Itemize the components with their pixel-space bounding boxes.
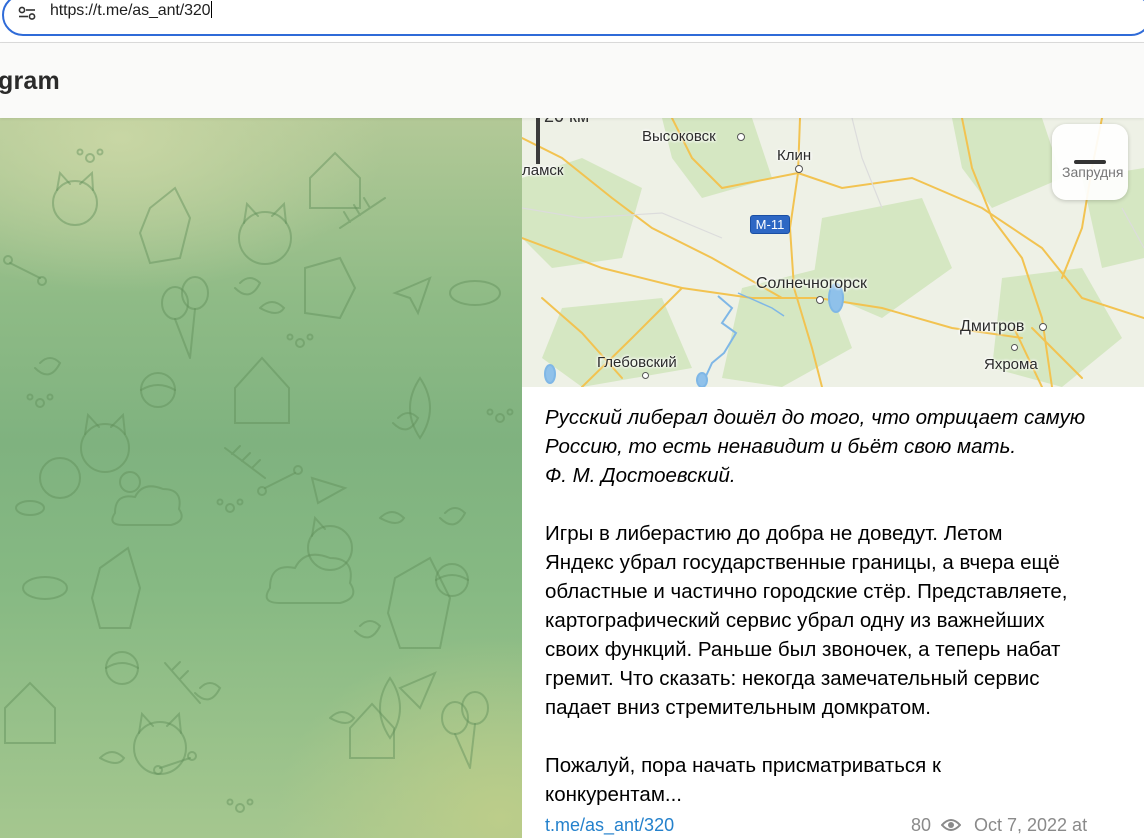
- map-label-klin: Клин: [777, 147, 812, 164]
- post-link[interactable]: t.me/as_ant/320: [545, 815, 674, 836]
- map-city-marker: [795, 165, 803, 173]
- message-text: Русский либерал дошёл до того, что отриц…: [545, 403, 1135, 809]
- map-zoom-out-button[interactable]: Запрудня: [1052, 124, 1128, 200]
- bone-doodle-icon: [3, 255, 303, 775]
- paragraph-1: Игры в либерастию до добра не доведут. Л…: [545, 519, 1135, 722]
- map-label-zaprudnya: Запрудня: [1062, 164, 1124, 180]
- map-scale-label: 20 км: [544, 118, 589, 127]
- post-date[interactable]: Oct 7, 2022 at 06:37: [974, 815, 1135, 838]
- cat-doodle-icon: [39, 170, 353, 775]
- quote-line: Русский либерал дошёл до того, что отриц…: [545, 406, 1086, 429]
- map-label-lamsk: ламск: [522, 162, 564, 179]
- rocket-doodle-icon: [379, 376, 431, 740]
- browser-toolbar: https://t.me/as_ant/320: [0, 0, 1144, 44]
- paper-plane-doodle-icon: [310, 276, 437, 710]
- map-label-yakhroma: Яхрома: [984, 356, 1038, 373]
- bowl-doodle-icon: [15, 280, 501, 600]
- telegram-header: gram: [0, 43, 1144, 118]
- fishbone-doodle-icon: [164, 197, 386, 704]
- ball-doodle-icon: [105, 372, 469, 685]
- paragraph-line: Яндекс убрал государственные границы, а …: [545, 551, 1060, 574]
- paragraph-line: своих функций. Раньше был звоночек, а те…: [545, 638, 1061, 661]
- map-image[interactable]: 20 км Высоковск Клин ламск M-11 Солнечно…: [522, 118, 1144, 387]
- bird-doodle-icon: [99, 301, 406, 764]
- map-render: [522, 118, 1144, 387]
- map-city-marker: [816, 296, 824, 304]
- view-count: 80: [911, 815, 932, 835]
- paw-doodle-icon: [26, 148, 514, 813]
- minus-icon: [1074, 160, 1106, 164]
- telegram-brand[interactable]: gram: [0, 67, 60, 96]
- paragraph-line: гремит. Что сказать: некогда замечательн…: [545, 667, 1040, 690]
- address-bar[interactable]: https://t.me/as_ant/320: [2, 0, 1144, 36]
- url-text[interactable]: https://t.me/as_ant/320: [50, 0, 213, 23]
- swirl-doodle-icon: [34, 277, 467, 701]
- paragraph-line: картографический сервис убрал одну из ва…: [545, 609, 1045, 632]
- tune-icon[interactable]: [18, 6, 36, 20]
- chat-background: [0, 118, 522, 838]
- map-label-dmitrov: Дмитров: [960, 318, 1025, 335]
- map-town-marker: [642, 372, 649, 379]
- eye-icon: [941, 819, 961, 831]
- quote-line: Россию, то есть ненавидит и бьёт свою ма…: [545, 435, 1017, 458]
- balloon-doodle-icon: [161, 276, 489, 769]
- map-town-marker: [1011, 344, 1018, 351]
- doghouse-doodle-icon: [4, 151, 395, 759]
- doodle-pattern: [3, 148, 514, 813]
- map-city-marker: [737, 133, 745, 141]
- paragraph-line: областные и частично городские стёр. Пре…: [545, 580, 1068, 603]
- map-city-marker: [1039, 323, 1047, 331]
- paragraph-line: конкурентам...: [545, 783, 683, 806]
- paragraph-line: падает вниз стремительным домкратом.: [545, 696, 931, 719]
- quote-block: Русский либерал дошёл до того, что отриц…: [545, 403, 1135, 490]
- message-footer: t.me/as_ant/320 80 Oct 7, 2022 at 06:37: [545, 815, 1135, 838]
- map-label-vysokovsk: Высоковск: [642, 128, 716, 145]
- paragraph-2: Пожалуй, пора начать присматриваться к к…: [545, 751, 1135, 809]
- message-card: 20 км Высоковск Клин ламск M-11 Солнечно…: [522, 118, 1144, 838]
- paragraph-line: Пожалуй, пора начать присматриваться к: [545, 754, 941, 777]
- road-badge: M-11: [750, 215, 790, 234]
- quote-author: Ф. М. Достоевский.: [545, 464, 736, 487]
- map-label-solnechnogorsk: Солнечногорск: [756, 275, 867, 292]
- map-label-glebovsky: Глебовский: [597, 354, 677, 371]
- map-scale-bar: [536, 118, 540, 164]
- paragraph-line: Игры в либерастию до добра не доведут. Л…: [545, 522, 1003, 545]
